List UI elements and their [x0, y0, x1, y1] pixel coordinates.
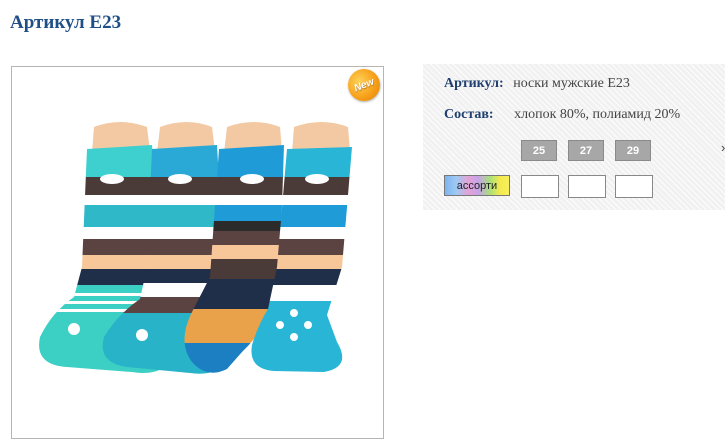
article-value: носки мужские E23	[513, 76, 630, 91]
size-chip-27[interactable]: 27	[568, 140, 604, 161]
article-label: Артикул:	[444, 76, 504, 91]
article-row: Артикул: носки мужские E23	[444, 76, 630, 92]
product-info-panel: Артикул: носки мужские E23 Состав: хлопо…	[423, 64, 725, 210]
page-title: Артикул E23	[10, 12, 122, 33]
composition-value: хлопок 80%, полиамид 20%	[514, 107, 681, 122]
quantity-input-29[interactable]	[615, 175, 653, 198]
composition-row: Состав: хлопок 80%, полиамид 20%	[444, 107, 680, 123]
quantity-input-27[interactable]	[568, 175, 606, 198]
quantity-input-25[interactable]	[521, 175, 559, 198]
size-chip-29[interactable]: 29	[615, 140, 651, 161]
composition-label: Состав:	[444, 107, 494, 122]
panel-scroll-arrow[interactable]: ›	[721, 140, 725, 155]
size-chip-25[interactable]: 25	[521, 140, 557, 161]
new-badge-label: New	[352, 76, 376, 94]
socks-illustration	[39, 122, 352, 374]
product-photo[interactable]: New	[11, 66, 384, 439]
color-swatch-assorted[interactable]: ассорти	[444, 175, 510, 196]
